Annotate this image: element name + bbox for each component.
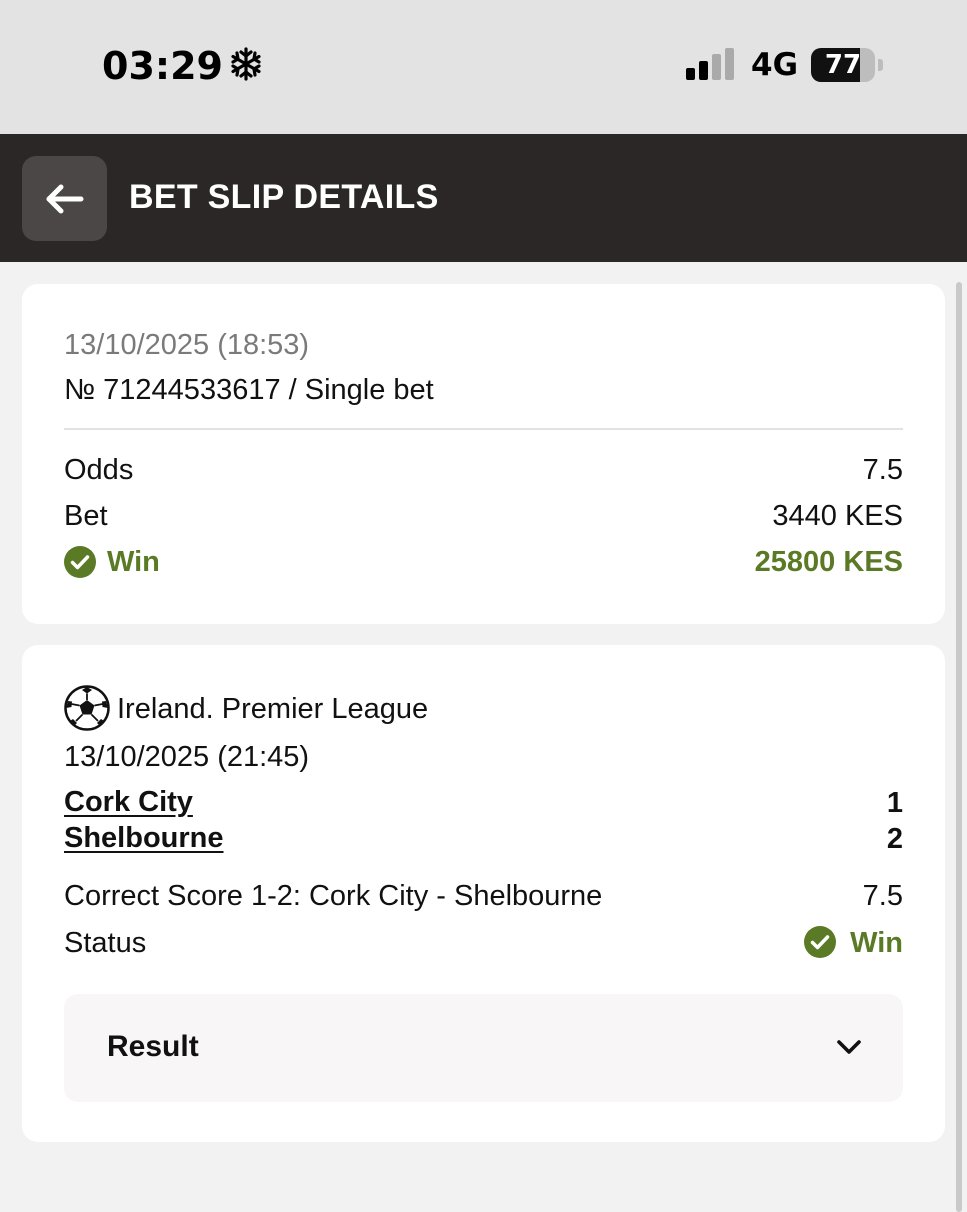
status-bar: 03:29 4G 77 (0, 0, 967, 134)
team-away-score: 2 (886, 823, 903, 855)
network-type: 4G (751, 47, 799, 83)
chevron-down-icon (837, 1040, 861, 1054)
result-label: Result (107, 1030, 199, 1063)
bet-value: 3440 KES (772, 500, 903, 532)
win-label: Win (107, 546, 160, 578)
status-value: Win (850, 927, 903, 959)
scrollbar[interactable] (956, 262, 962, 1212)
team-home-link[interactable]: Cork City (64, 786, 193, 819)
divider (64, 428, 903, 430)
result-accordion[interactable]: Result (64, 994, 903, 1102)
odds-value: 7.5 (862, 454, 903, 486)
event-datetime: 13/10/2025 (21:45) (64, 741, 310, 773)
soccer-ball-icon (64, 685, 110, 731)
battery-level: 77 (824, 50, 862, 80)
check-circle-icon (64, 546, 96, 578)
battery-icon: 77 (811, 48, 883, 82)
selection-text: Correct Score 1-2: Cork City - Shelbourn… (64, 880, 603, 912)
bet-summary-card: 13/10/2025 (18:53) № 71244533617 / Singl… (22, 284, 945, 624)
bet-number: № 71244533617 / Single bet (64, 374, 434, 406)
app-header: BET SLIP DETAILS (0, 134, 967, 262)
team-away-link[interactable]: Shelbourne (64, 822, 224, 855)
team-home-score: 1 (886, 787, 903, 819)
bet-label: Bet (64, 500, 108, 532)
status-label: Status (64, 927, 147, 959)
bet-datetime: 13/10/2025 (18:53) (64, 329, 310, 361)
signal-bars-icon (686, 48, 734, 80)
selection-odds: 7.5 (862, 880, 903, 912)
win-amount: 25800 KES (754, 546, 903, 578)
page-title: BET SLIP DETAILS (129, 178, 439, 216)
event-card: Ireland. Premier League 13/10/2025 (21:4… (22, 645, 945, 1142)
check-circle-icon (804, 926, 836, 958)
league-name: Ireland. Premier League (117, 693, 429, 725)
status-time: 03:29 (102, 44, 223, 88)
arrow-left-icon (46, 184, 83, 213)
back-button[interactable] (22, 156, 107, 241)
snowflake-icon (231, 47, 261, 81)
odds-label: Odds (64, 454, 134, 486)
scrollbar-thumb[interactable] (956, 282, 962, 1212)
